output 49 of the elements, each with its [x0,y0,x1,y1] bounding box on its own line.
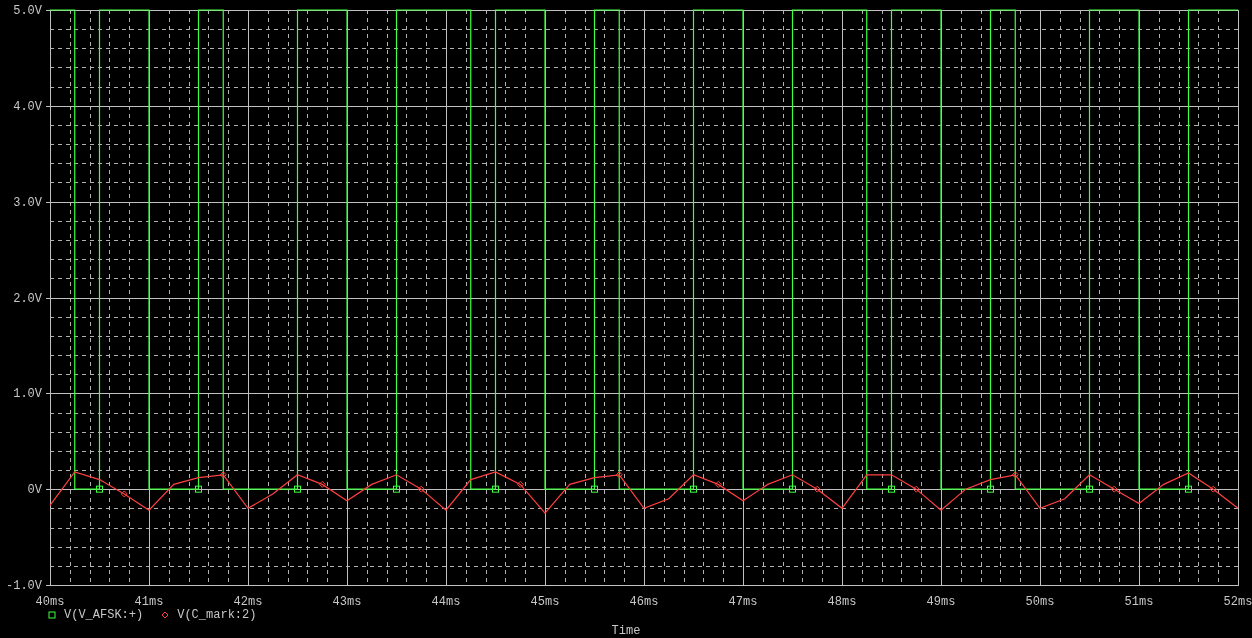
x-tick-label: 50ms [1025,595,1055,606]
x-tick-label: 52ms [1223,595,1252,606]
x-tick-label: 46ms [629,595,659,606]
data-point-marker [393,485,400,493]
x-tick-label: 44ms [431,595,461,606]
x-tick-label: 41ms [134,595,164,606]
legend-label: V(C_mark:2) [177,608,257,622]
axis-title: Time [611,624,641,638]
data-point-marker [492,485,499,493]
y-tick-label: -1.0V [6,579,42,593]
data-point-marker [813,485,821,493]
x-tick-label: 49ms [926,595,956,606]
data-point-marker [96,485,103,493]
data-point-marker [591,485,598,493]
legend-symbol-icon [161,611,170,619]
data-point-marker [615,471,623,479]
data-point-marker [987,485,994,493]
x-tick-label: 48ms [827,595,857,606]
data-point-marker [516,480,524,488]
y-tick-label: 1.0V [13,387,42,402]
y-tick-label: 3.0V [13,195,42,210]
y-tick-label: 0V [27,483,42,498]
data-point-marker [789,485,796,493]
data-point-marker [120,490,128,498]
data-point-marker [1011,471,1019,479]
x-tick-label: 51ms [1124,595,1154,606]
data-point-marker [417,485,425,493]
data-point-marker [690,485,697,493]
x-tick-label: 45ms [530,595,560,606]
data-point-marker [912,485,920,493]
data-point-marker [219,471,227,479]
x-tick-label: 43ms [332,595,362,606]
y-tick-label: 2.0V [13,291,42,306]
y-tick-label: 4.0V [13,99,42,114]
data-point-marker [195,485,202,493]
data-point-marker [888,485,895,493]
data-point-marker [1185,485,1192,493]
data-point-marker [1209,485,1217,493]
data-point-marker [318,480,326,488]
y-tick-label: 5.0V [13,4,42,18]
x-tick-label: 40ms [35,595,65,606]
x-tick-label: 42ms [233,595,263,606]
data-point-marker [1086,485,1093,493]
legend-symbol-icon [48,611,56,619]
legend-label: V(V_AFSK:+) [64,608,144,622]
x-tick-label: 47ms [728,595,758,606]
data-point-marker [1110,485,1118,493]
data-point-marker [294,485,301,493]
data-point-marker [714,480,722,488]
